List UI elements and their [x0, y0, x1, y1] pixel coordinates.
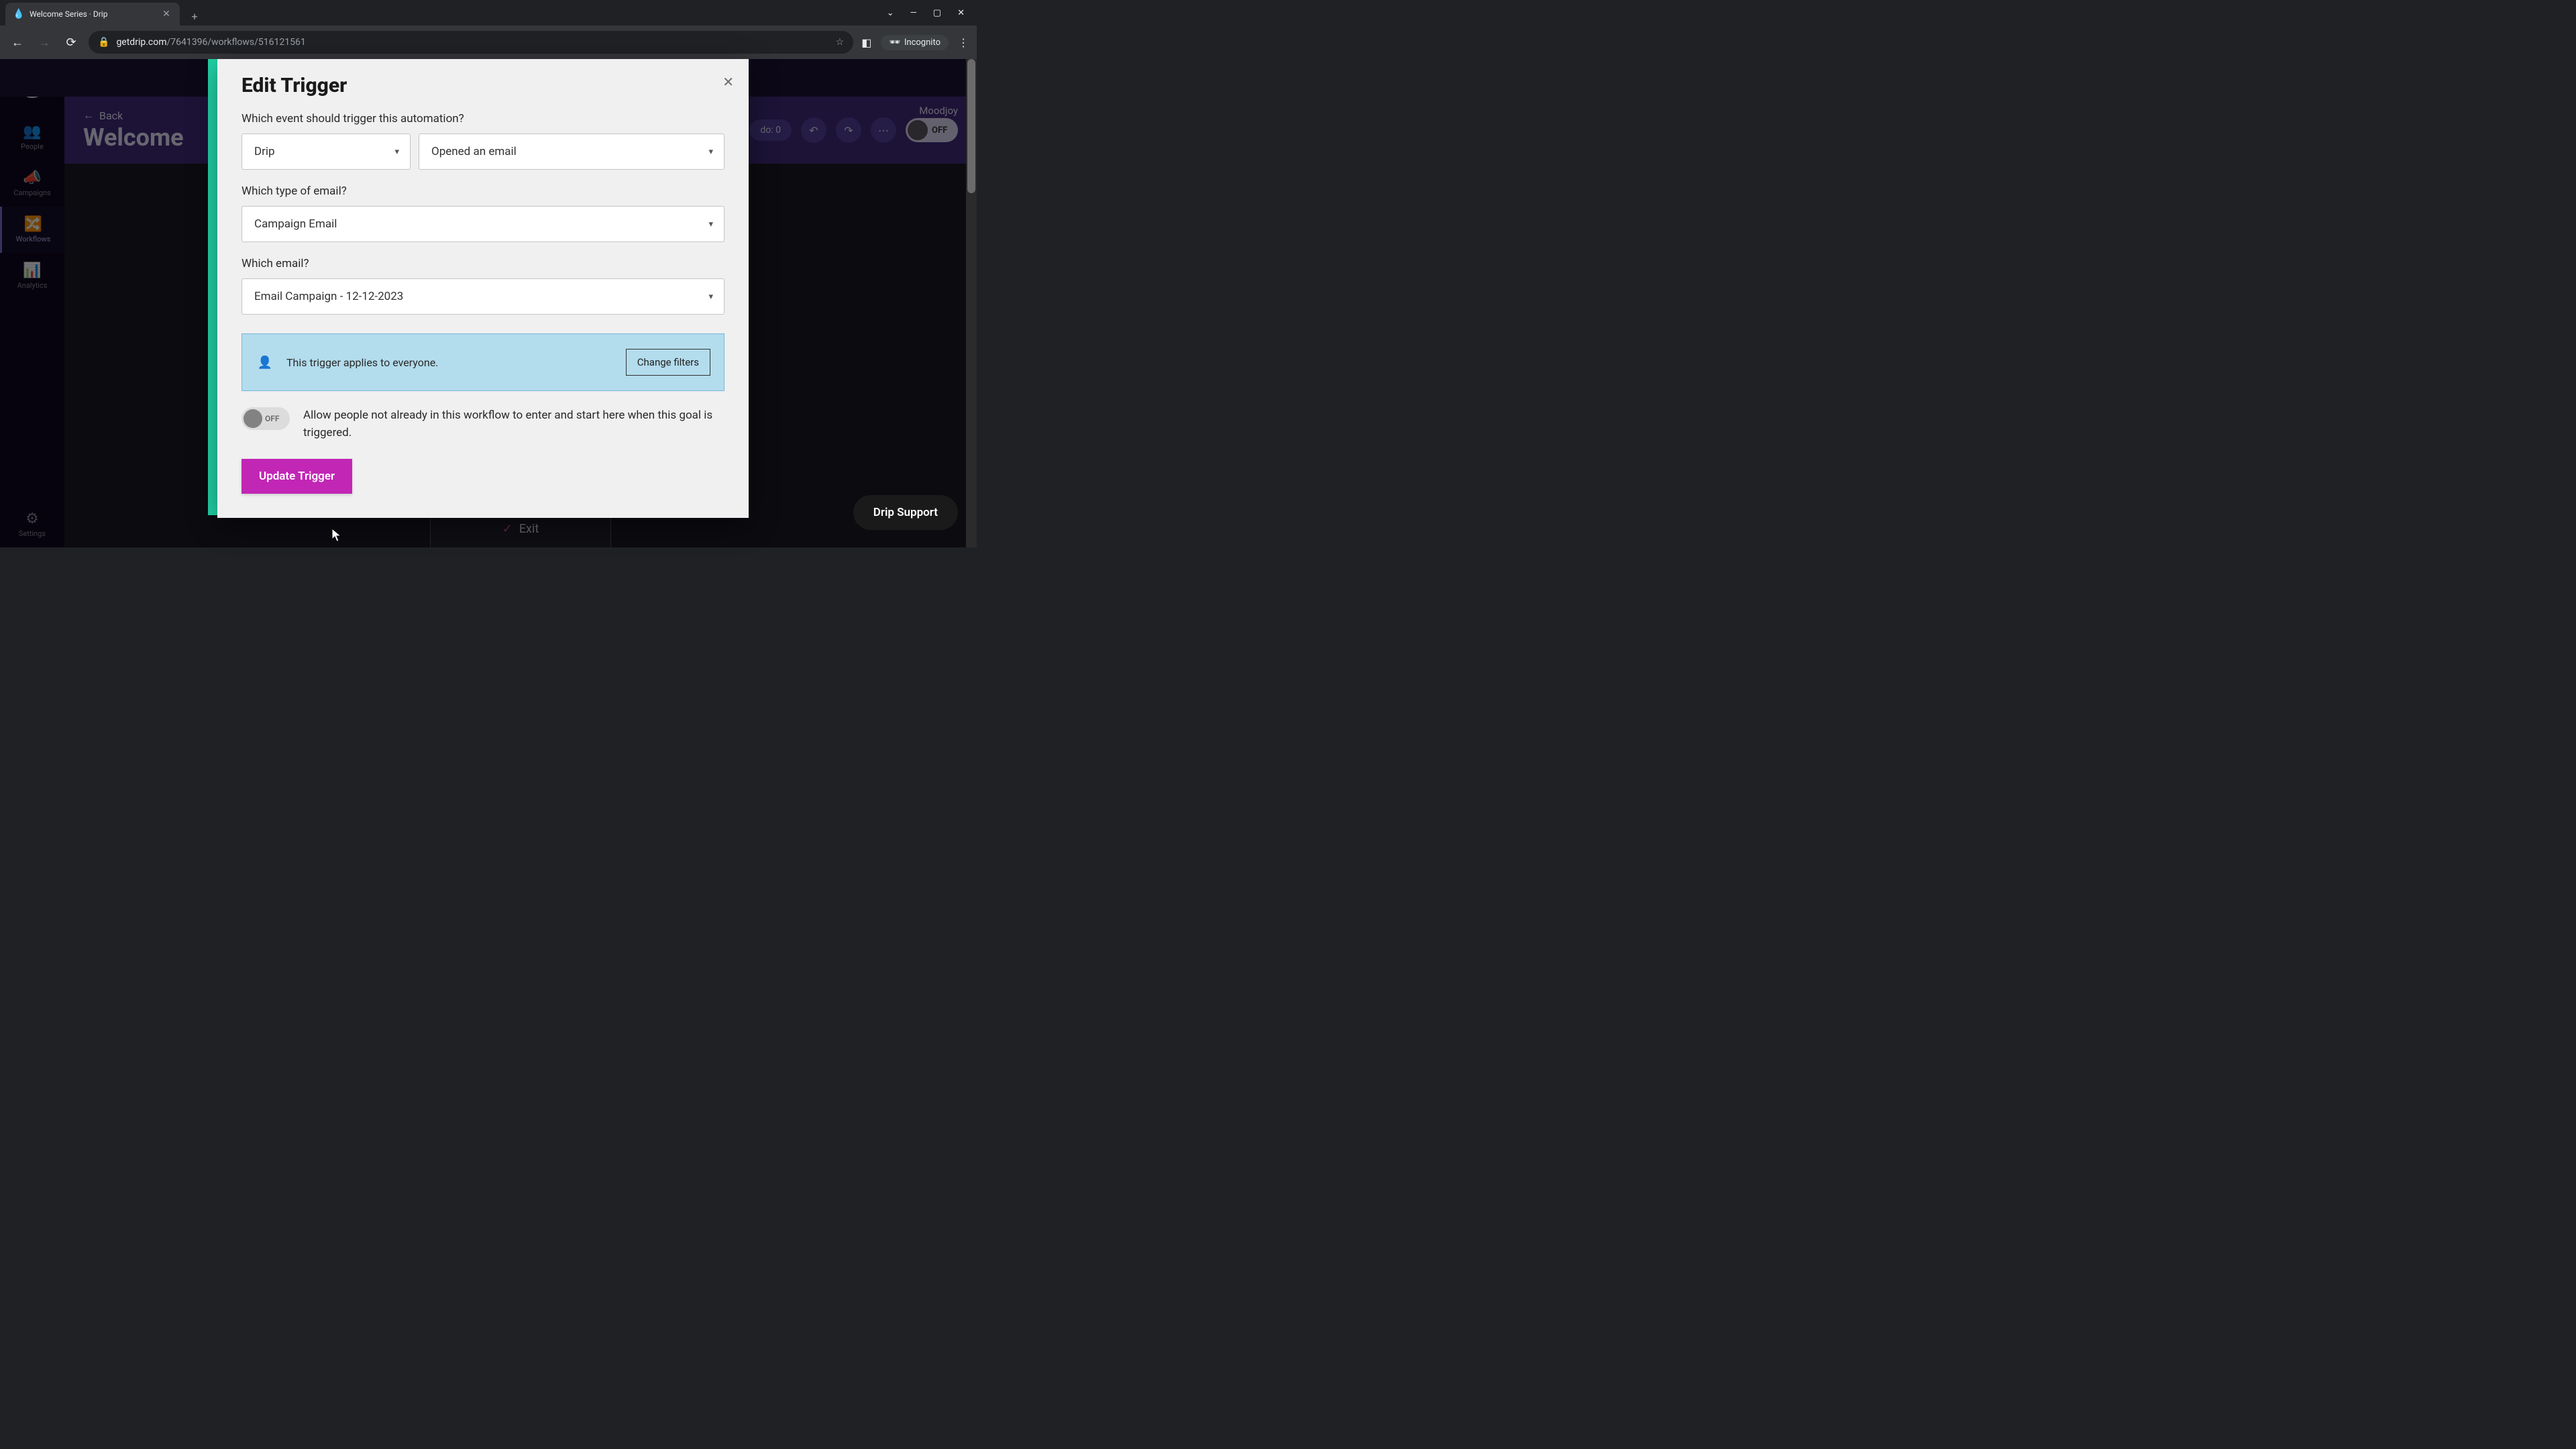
url-text: getdrip.com/7641396/workflows/516121561: [116, 37, 828, 48]
field-label-email-type: Which type of email?: [241, 184, 724, 198]
tab-strip: 💧 Welcome Series · Drip ✕ +: [0, 0, 977, 25]
change-filters-button[interactable]: Change filters: [626, 349, 710, 376]
maximize-icon[interactable]: ▢: [933, 8, 941, 18]
extensions-icon[interactable]: ◧: [861, 36, 871, 49]
allow-entry-toggle[interactable]: OFF: [241, 407, 290, 430]
email-type-select[interactable]: Campaign Email ▾: [241, 206, 724, 242]
browser-tab[interactable]: 💧 Welcome Series · Drip ✕: [5, 3, 180, 25]
modal-accent-left: [208, 59, 217, 515]
modal-title: Edit Trigger: [241, 74, 724, 97]
browser-toolbar: ← → ⟳ 🔒 getdrip.com/7641396/workflows/51…: [0, 25, 977, 59]
url-bar[interactable]: 🔒 getdrip.com/7641396/workflows/51612156…: [89, 31, 853, 54]
browser-chrome: 💧 Welcome Series · Drip ✕ + ⌄ — ▢ ✕ ← → …: [0, 0, 977, 59]
tab-title: Welcome Series · Drip: [30, 9, 156, 19]
tab-search-icon[interactable]: ⌄: [887, 8, 894, 18]
provider-select[interactable]: Drip ▾: [241, 133, 411, 170]
field-label-event: Which event should trigger this automati…: [241, 112, 724, 125]
incognito-icon: 🕶: [889, 38, 900, 48]
email-select[interactable]: Email Campaign - 12-12-2023 ▾: [241, 278, 724, 315]
field-label-which-email: Which email?: [241, 257, 724, 270]
chevron-down-icon: ▾: [708, 147, 713, 157]
incognito-badge[interactable]: 🕶 Incognito: [881, 35, 949, 50]
bookmark-icon[interactable]: ☆: [836, 37, 845, 48]
kebab-menu-icon[interactable]: ⋮: [958, 36, 969, 49]
close-window-icon[interactable]: ✕: [957, 8, 965, 18]
update-trigger-button[interactable]: Update Trigger: [241, 459, 352, 494]
close-modal-button[interactable]: ✕: [722, 74, 734, 90]
minimize-icon[interactable]: —: [910, 8, 917, 18]
filter-info-box: 👤 This trigger applies to everyone. Chan…: [241, 333, 724, 391]
person-icon: 👤: [256, 356, 274, 370]
chevron-down-icon: ▾: [708, 292, 713, 302]
vertical-scrollbar[interactable]: [966, 59, 977, 547]
reload-button[interactable]: ⟳: [62, 33, 80, 52]
close-tab-icon[interactable]: ✕: [161, 9, 172, 19]
new-tab-button[interactable]: +: [185, 7, 204, 25]
window-controls: ⌄ — ▢ ✕: [887, 0, 977, 25]
chevron-down-icon: ▾: [708, 219, 713, 229]
back-button[interactable]: ←: [8, 33, 27, 52]
edit-trigger-modal: Edit Trigger ✕ Which event should trigge…: [217, 59, 749, 518]
scrollbar-thumb[interactable]: [967, 59, 975, 193]
lock-icon: 🔒: [98, 37, 109, 48]
chevron-down-icon: ▾: [394, 147, 399, 157]
drip-support-button[interactable]: Drip Support: [853, 495, 958, 530]
info-text: This trigger applies to everyone.: [286, 356, 614, 369]
forward-button[interactable]: →: [35, 33, 54, 52]
toggle-description: Allow people not already in this workflo…: [303, 407, 724, 441]
event-select[interactable]: Opened an email ▾: [419, 133, 724, 170]
drip-favicon-icon: 💧: [13, 9, 24, 19]
toggle-knob: [244, 409, 262, 428]
